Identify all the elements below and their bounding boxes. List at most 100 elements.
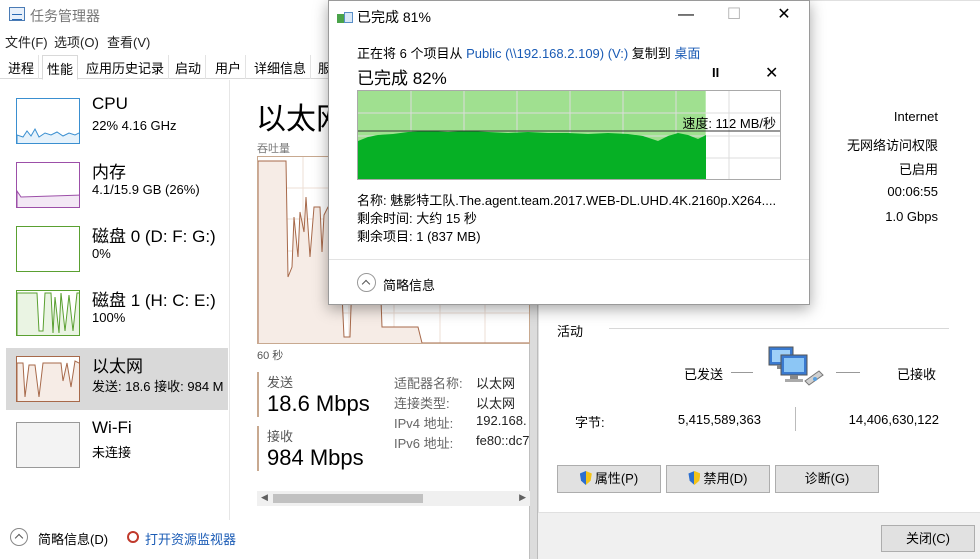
- memory-thumbnail-graph: [16, 162, 80, 208]
- copy-speed-graph: 速度: 112 MB/秒: [357, 90, 781, 180]
- adapter-name-key: 适配器名称:: [394, 376, 463, 391]
- copy-progress-dialog: 已完成 81% — ☐ ✕ 正在将 6 个项目从 Public (\\192.1…: [328, 0, 810, 305]
- activity-title: 活动: [557, 324, 584, 339]
- duration-value: 00:06:55: [887, 184, 938, 199]
- sidebar-item-disk-0[interactable]: 磁盘 0 (D: F: G:) 0%: [6, 218, 228, 280]
- brief-info-link[interactable]: 简略信息(D): [38, 529, 108, 548]
- file-name-line: 名称: 魅影特工队.The.agent.team.2017.WEB-DL.UHD…: [357, 193, 777, 208]
- tab-performance[interactable]: 性能: [42, 55, 79, 80]
- copy-description: 正在将 6 个项目从 Public (\\192.168.2.109) (V:)…: [357, 43, 700, 62]
- sent-label: 已发送: [684, 367, 724, 382]
- throughput-label: 吞吐量: [257, 143, 290, 155]
- properties-button[interactable]: 属性(P): [557, 465, 661, 493]
- sidebar-item-wifi[interactable]: Wi-Fi 未连接: [6, 414, 228, 476]
- copy-icon: [337, 10, 353, 24]
- ipv6-connectivity-value: 无网络访问权限: [846, 138, 938, 153]
- sidebar-item-value: 22% 4.16 GHz: [92, 118, 177, 133]
- ipv6-key: IPv6 地址:: [394, 436, 454, 451]
- sidebar-item-value: 未连接: [92, 445, 132, 460]
- disable-label: 禁用(D): [703, 471, 748, 486]
- ipv4-connectivity-value: Internet: [893, 109, 938, 124]
- disk-1-thumbnail-graph: [16, 290, 80, 336]
- items-remaining-line: 剩余项目: 1 (837 MB): [357, 229, 481, 244]
- shield-icon: [688, 471, 701, 485]
- sidebar-item-value: 100%: [92, 310, 126, 325]
- menu-options[interactable]: 选项(O): [54, 32, 99, 51]
- sidebar-item-disk-1[interactable]: 磁盘 1 (H: C: E:) 100%: [6, 282, 228, 344]
- receive-label: 接收: [267, 429, 294, 444]
- horizontal-scrollbar[interactable]: ◀ ▶: [257, 491, 530, 506]
- cancel-copy-button[interactable]: ✕: [765, 63, 778, 83]
- disk-0-thumbnail-graph: [16, 226, 80, 272]
- sidebar-item-value: 0%: [92, 246, 111, 261]
- time-range-label: 60 秒: [257, 350, 284, 362]
- ipv4-value: 192.168.: [476, 413, 527, 428]
- tab-app-history[interactable]: 应用历史记录: [82, 55, 170, 79]
- network-computers-icon: [767, 345, 827, 387]
- sidebar-item-label: Wi-Fi: [92, 418, 132, 437]
- ethernet-thumbnail-graph: [16, 356, 80, 402]
- tab-users[interactable]: 用户: [211, 55, 247, 79]
- sidebar-item-value: 4.1/15.9 GB (26%): [92, 182, 200, 197]
- diagnose-label: 诊断(G): [804, 471, 850, 486]
- bytes-received-value: 14,406,630,122: [848, 412, 939, 427]
- sidebar-item-label: CPU: [92, 94, 128, 113]
- receive-connector: [836, 372, 860, 373]
- adapter-name-value: 以太网: [476, 376, 516, 391]
- properties-label: 属性(P): [594, 471, 639, 486]
- sent-connector: [731, 372, 753, 373]
- open-resource-monitor-link[interactable]: 打开资源监视器: [145, 529, 236, 548]
- maximize-button: ☐: [726, 6, 742, 23]
- sidebar-item-ethernet[interactable]: 以太网 发送: 18.6 接收: 984 M: [6, 348, 228, 410]
- minimize-button[interactable]: —: [663, 3, 709, 29]
- scroll-thumb[interactable]: [273, 494, 423, 503]
- sidebar-item-cpu[interactable]: CPU 22% 4.16 GHz: [6, 90, 228, 152]
- task-manager-icon: [9, 7, 25, 21]
- dialog-divider: [329, 259, 809, 260]
- brief-info-toggle[interactable]: 简略信息: [383, 275, 435, 294]
- diagnose-button[interactable]: 诊断(G): [775, 465, 879, 493]
- menu-view[interactable]: 查看(V): [107, 32, 150, 51]
- bytes-divider: [795, 407, 796, 431]
- performance-sidebar: CPU 22% 4.16 GHz 内存 4.1/15.9 GB (26%) 磁盘…: [0, 80, 230, 520]
- bytes-sent-value: 5,415,589,363: [677, 412, 761, 427]
- disable-button[interactable]: 禁用(D): [666, 465, 770, 493]
- activity-divider: [609, 328, 949, 329]
- scroll-left-icon[interactable]: ◀: [261, 492, 268, 503]
- dialog-title: 已完成 81%: [357, 9, 431, 25]
- pause-button[interactable]: II: [712, 65, 719, 80]
- media-state-value: 已启用: [898, 162, 938, 177]
- shield-icon: [579, 471, 592, 485]
- sidebar-item-value: 发送: 18.6 接收: 984 M: [92, 379, 224, 394]
- tab-startup[interactable]: 启动: [171, 55, 207, 79]
- sidebar-item-memory[interactable]: 内存 4.1/15.9 GB (26%): [6, 154, 228, 216]
- bytes-label: 字节:: [575, 415, 605, 430]
- tab-processes[interactable]: 进程: [4, 55, 40, 79]
- menu-file[interactable]: 文件(F): [5, 32, 48, 51]
- speed-value: 1.0 Gbps: [885, 209, 938, 224]
- send-metric: 发送 18.6 Mbps: [257, 372, 370, 417]
- sidebar-item-label: 磁盘 1 (H: C: E:): [92, 291, 216, 310]
- connection-type-key: 连接类型:: [394, 396, 450, 411]
- tab-details[interactable]: 详细信息: [250, 55, 312, 79]
- receive-value: 984 Mbps: [267, 445, 364, 470]
- progress-text: 已完成 82%: [357, 69, 447, 88]
- connection-type-value: 以太网: [476, 396, 516, 411]
- cpu-thumbnail-graph: [16, 98, 80, 144]
- ipv6-value: fe80::dc7: [476, 433, 530, 448]
- destination-link[interactable]: 桌面: [674, 46, 700, 61]
- close-button[interactable]: 关闭(C): [881, 525, 975, 552]
- close-dialog-button[interactable]: ✕: [761, 3, 807, 29]
- copy-prefix-text: 正在将 6 个项目从: [357, 46, 467, 61]
- chevron-up-icon[interactable]: [357, 273, 376, 292]
- sidebar-item-label: 磁盘 0 (D: F: G:): [92, 227, 216, 246]
- speed-label: 速度: 112 MB/秒: [682, 116, 776, 131]
- wifi-thumbnail-graph: [16, 422, 80, 468]
- scroll-right-icon[interactable]: ▶: [519, 492, 526, 503]
- sidebar-item-label: 以太网: [92, 357, 143, 376]
- window-title: 任务管理器: [30, 8, 100, 24]
- chevron-up-icon[interactable]: [10, 528, 28, 546]
- source-link[interactable]: Public (\\192.168.2.109) (V:): [466, 46, 628, 61]
- received-label: 已接收: [897, 367, 937, 382]
- time-remaining-line: 剩余时间: 大约 15 秒: [357, 211, 477, 226]
